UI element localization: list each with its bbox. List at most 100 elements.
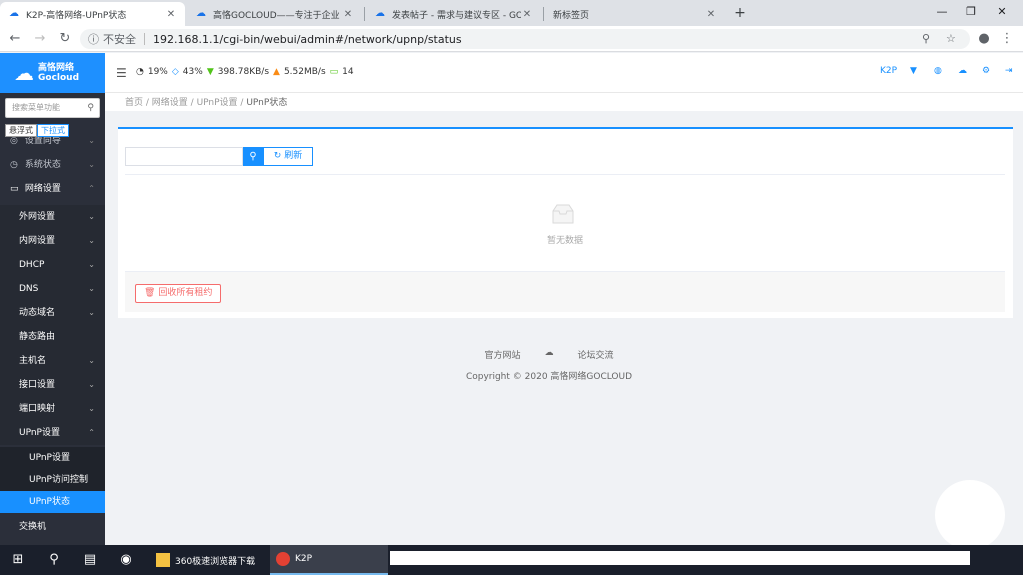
memory-usage: 43% — [182, 67, 203, 77]
system-stats: ◔ 19% ◇ 43% ▼ 398.78KB/s ▲ 5.52MB/s ▭ 14 — [136, 67, 354, 77]
devices-icon: ▭ — [329, 67, 339, 77]
memory-icon: ◇ — [171, 67, 179, 77]
sidebar-sub-wan[interactable]: 外网设置 ⌄ — [0, 205, 105, 229]
star-icon[interactable]: ☆ — [946, 29, 956, 49]
windows-start-icon[interactable]: ⊞ — [7, 550, 29, 570]
search-icon[interactable]: ⚲ — [87, 99, 94, 117]
browser-toolbar: ← → ↻ ⓘ 不安全 192.168.1.1/cgi-bin/webui/ad… — [0, 26, 1023, 52]
close-window-button[interactable]: ✕ — [988, 3, 1016, 21]
chrome-icon — [276, 552, 290, 566]
empty-inbox-icon — [552, 204, 574, 224]
mode-float-button[interactable]: 悬浮式 — [5, 124, 37, 137]
search-button[interactable]: ⚲ — [243, 147, 263, 166]
mode-dropdown-button[interactable]: 下拉式 — [37, 124, 69, 137]
gear-icon[interactable]: ⚙ — [982, 66, 990, 76]
taskbar-app-folder[interactable]: 360极速浏览器下载 — [150, 545, 261, 575]
release-all-button[interactable]: 🗑 回收所有租约 — [135, 284, 222, 303]
official-site-link[interactable]: 官方网站 — [484, 348, 520, 361]
sidebar-upnp-settings[interactable]: UPnP设置 — [0, 447, 105, 469]
reload-icon[interactable]: ↻ — [56, 30, 74, 48]
chevron-up-icon: ⌃ — [88, 428, 95, 437]
tab-divider — [364, 7, 365, 21]
logout-icon[interactable]: ⇥ — [1005, 66, 1013, 76]
cpu-icon: ◔ — [136, 67, 144, 77]
sidebar-sub-dhcp[interactable]: DHCP ⌄ — [0, 253, 105, 277]
close-icon[interactable]: ✕ — [342, 9, 354, 20]
sidebar-item-network[interactable]: ▭ 网络设置 ⌃ — [0, 177, 105, 201]
browser-tab[interactable]: ☁ 发表帖子 - 需求与建议专区 - GO ✕ — [366, 2, 541, 26]
chevron-down-icon: ⌄ — [88, 260, 95, 269]
cloud-icon: ☁ — [375, 8, 385, 19]
chevron-down-icon: ⌄ — [88, 236, 95, 245]
breadcrumb-upnp[interactable]: UPnP设置 — [197, 98, 238, 108]
close-icon[interactable]: ✕ — [165, 9, 177, 20]
restore-button[interactable]: ❐ — [957, 3, 985, 21]
release-label: 回收所有租约 — [158, 288, 213, 298]
refresh-label: 刷新 — [284, 151, 303, 161]
browser-360-icon[interactable]: ◉ — [115, 550, 137, 570]
model-label[interactable]: K2P — [880, 66, 897, 76]
taskbar-app-browser[interactable]: K2P — [270, 545, 388, 575]
sidebar-sub-label: UPnP设置 — [29, 453, 70, 463]
sidebar-sub-switch[interactable]: 交换机 — [0, 515, 105, 539]
sidebar-item-status[interactable]: ◷ 系统状态 ⌄ — [0, 153, 105, 177]
upload-speed: 5.52MB/s — [283, 67, 326, 77]
search-icon[interactable]: ⚲ — [43, 550, 65, 570]
folder-icon — [156, 553, 170, 567]
chevron-down-icon: ⌄ — [88, 160, 95, 169]
insecure-label: 不安全 — [103, 33, 136, 46]
url-text[interactable]: 192.168.1.1/cgi-bin/webui/admin#/network… — [153, 33, 462, 46]
forum-link[interactable]: 论坛交流 — [578, 348, 614, 361]
sidebar: 搜索菜单功能 ⚲ 悬浮式 下拉式 ◎ 设置向导 ⌄ ◷ 系统状态 ⌄ ▭ 网络设… — [0, 93, 105, 545]
sidebar-upnp-status[interactable]: UPnP状态 — [0, 491, 105, 513]
chevron-down-icon: ⌄ — [88, 308, 95, 317]
sidebar-sub-dns[interactable]: DNS ⌄ — [0, 277, 105, 301]
taskbar: ⊞ ⚲ ▤ ◉ 360极速浏览器下载 K2P — [0, 545, 1023, 575]
logo[interactable]: ☁ 高恪网络 Gocloud — [0, 53, 105, 93]
tab-title: 高恪GOCLOUD——专注于企业 — [213, 10, 340, 21]
close-icon[interactable]: ✕ — [705, 9, 717, 20]
task-view-icon[interactable]: ▤ — [79, 550, 101, 570]
new-tab-button[interactable]: + — [731, 4, 749, 22]
globe-icon[interactable]: ◍ — [934, 66, 942, 76]
refresh-icon: ↻ — [273, 151, 282, 161]
browser-tab[interactable]: 新标签页 ✕ — [545, 2, 725, 26]
sidebar-sub-port-map[interactable]: 端口映射 ⌄ — [0, 397, 105, 421]
browser-tab-active[interactable]: ☁ K2P-高恪网络-UPnP状态 ✕ — [0, 2, 185, 26]
chevron-down-icon: ⌄ — [88, 404, 95, 413]
sidebar-sub-label: UPnP设置 — [19, 428, 60, 438]
tab-title: 新标签页 — [553, 10, 590, 21]
address-bar[interactable]: ⓘ 不安全 192.168.1.1/cgi-bin/webui/admin#/n… — [80, 29, 970, 49]
info-icon[interactable]: ⓘ — [88, 31, 99, 47]
cloud-upload-icon[interactable]: ☁ — [958, 66, 967, 76]
menu-search-input[interactable]: 搜索菜单功能 ⚲ — [5, 98, 100, 118]
logo-text-cn: 高恪网络 — [38, 63, 75, 73]
zoom-icon[interactable]: ⚲ — [922, 29, 930, 49]
forward-icon[interactable]: → — [31, 30, 49, 48]
chevron-down-icon: ⌄ — [88, 212, 95, 221]
sidebar-upnp-access[interactable]: UPnP访问控制 — [0, 469, 105, 491]
sidebar-sub-ddns[interactable]: 动态域名 ⌄ — [0, 301, 105, 325]
menu-dots-icon[interactable]: ⋮ — [998, 30, 1016, 48]
refresh-button[interactable]: ↻ 刷新 — [263, 147, 313, 166]
breadcrumb-home[interactable]: 首页 — [125, 98, 143, 108]
close-icon[interactable]: ✕ — [521, 9, 533, 20]
profile-icon[interactable]: ● — [975, 30, 993, 48]
back-icon[interactable]: ← — [6, 30, 24, 48]
breadcrumb-network[interactable]: 网络设置 — [152, 98, 188, 108]
sidebar-sub-static-route[interactable]: 静态路由 — [0, 325, 105, 349]
download-speed: 398.78KB/s — [217, 67, 270, 77]
sidebar-sub-upnp[interactable]: UPnP设置 ⌃ — [0, 421, 105, 445]
menu-toggle-icon[interactable]: ☰ — [116, 66, 127, 80]
sidebar-sub-lan[interactable]: 内网设置 ⌄ — [0, 229, 105, 253]
shirt-icon[interactable]: ▼ — [910, 66, 917, 76]
sidebar-sub-label: 静态路由 — [19, 332, 56, 342]
search-input[interactable] — [125, 147, 243, 166]
cloud-icon: ☁ — [9, 8, 19, 19]
tab-title: 发表帖子 - 需求与建议专区 - GO — [392, 10, 521, 21]
minimize-button[interactable]: — — [928, 3, 956, 21]
browser-tab[interactable]: ☁ 高恪GOCLOUD——专注于企业 ✕ — [187, 2, 362, 26]
tab-title: K2P-高恪网络-UPnP状态 — [26, 10, 127, 21]
cloud-icon: ☁ — [196, 8, 206, 19]
breadcrumb-current: UPnP状态 — [246, 98, 288, 108]
